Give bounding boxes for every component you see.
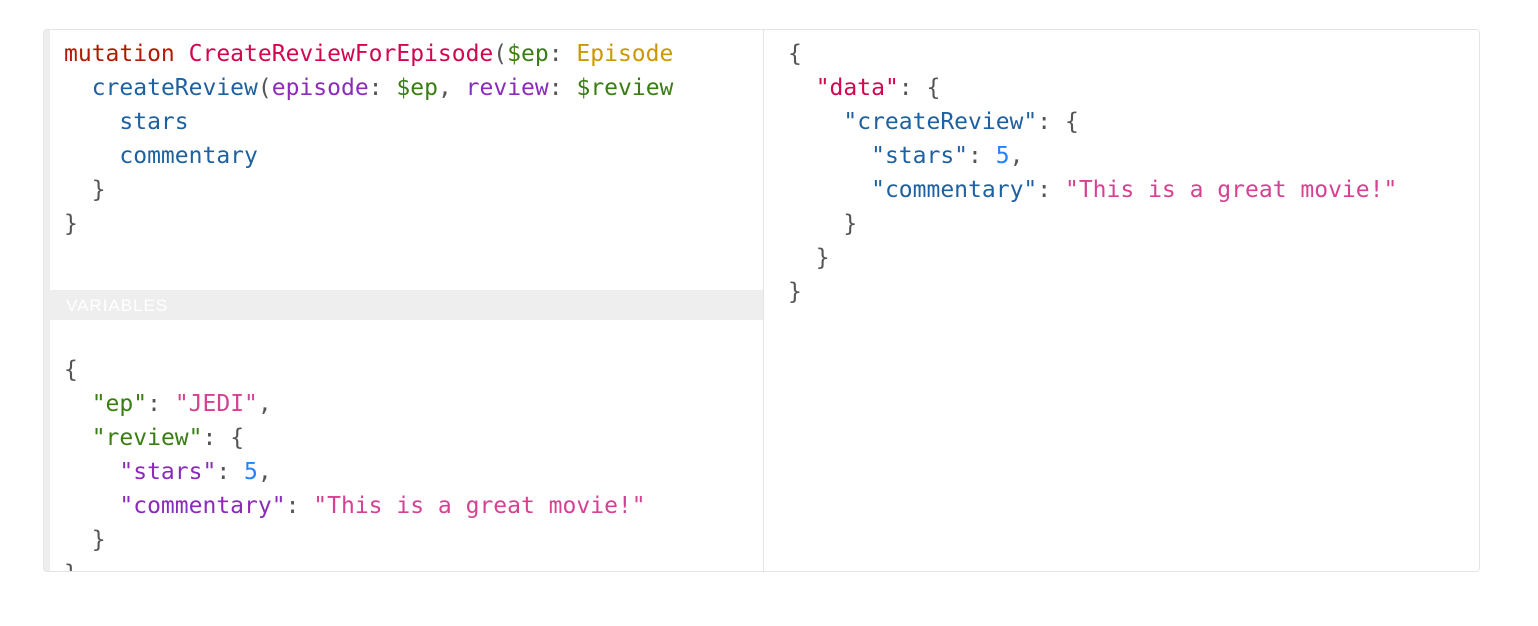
variable-ep: $ep [396, 75, 438, 101]
variable-ep: $ep [507, 41, 549, 67]
open-brace: { [230, 425, 245, 451]
open-paren: ( [493, 41, 508, 67]
value-commentary: "This is a great movie!" [1064, 177, 1398, 203]
operation-name: CreateReviewForEpisode [188, 41, 494, 67]
key-stars: "stars" [119, 459, 217, 485]
value-stars: 5 [995, 143, 1010, 169]
type-episode: Episode [576, 41, 674, 67]
close-brace: } [64, 561, 78, 571]
open-paren: ( [257, 75, 272, 101]
close-brace: } [843, 211, 858, 237]
close-brace: } [815, 245, 830, 271]
value-stars: 5 [244, 459, 258, 485]
variables-code[interactable]: { "ep": "JEDI", "review": { "stars": 5, … [64, 353, 646, 571]
close-brace: } [64, 211, 78, 237]
graphiql-editor: mutation CreateReviewForEpisode($ep: Epi… [43, 29, 1480, 572]
colon: : [1037, 177, 1052, 203]
key-ep: "ep" [91, 391, 148, 417]
field-stars: stars [119, 109, 189, 135]
comma: , [257, 391, 272, 417]
comma: , [257, 459, 272, 485]
arg-review: review [465, 75, 549, 101]
open-brace: { [926, 75, 941, 101]
value-jedi: "JEDI" [174, 391, 258, 417]
colon: : [216, 459, 231, 485]
key-stars: "stars" [871, 143, 969, 169]
result-code: { "data": { "createReview": { "stars": 5… [788, 37, 1397, 309]
key-review: "review" [91, 425, 203, 451]
key-commentary: "commentary" [871, 177, 1038, 203]
query-editor[interactable]: mutation CreateReviewForEpisode($ep: Epi… [50, 30, 763, 290]
arg-episode: episode [271, 75, 369, 101]
field-create-review: createReview [91, 75, 258, 101]
colon: : [147, 391, 161, 417]
variables-header[interactable]: VARIABLES [44, 290, 763, 320]
colon: : [368, 75, 383, 101]
mutation-keyword: mutation [64, 41, 175, 67]
colon: : [898, 75, 913, 101]
variable-review: $review [576, 75, 674, 101]
comma: , [437, 75, 452, 101]
key-create-review: "createReview" [843, 109, 1038, 135]
open-brace: { [1064, 109, 1079, 135]
colon: : [1037, 109, 1052, 135]
colon: : [548, 41, 563, 67]
open-brace: { [64, 357, 78, 383]
variables-editor[interactable]: { "ep": "JEDI", "review": { "stars": 5, … [50, 320, 763, 571]
value-commentary: "This is a great movie!" [313, 493, 646, 519]
colon: : [548, 75, 563, 101]
comma: , [1009, 143, 1024, 169]
close-brace: } [788, 279, 802, 305]
variables-title: VARIABLES [66, 296, 169, 315]
colon: : [285, 493, 300, 519]
field-commentary: commentary [119, 143, 258, 169]
query-code[interactable]: mutation CreateReviewForEpisode($ep: Epi… [64, 37, 673, 241]
result-viewer: { "data": { "createReview": { "stars": 5… [764, 30, 1479, 571]
key-data: "data" [815, 75, 899, 101]
colon: : [968, 143, 982, 169]
open-brace: { [788, 41, 802, 67]
key-commentary: "commentary" [119, 493, 286, 519]
colon: : [202, 425, 217, 451]
close-brace: } [91, 177, 106, 203]
close-brace: } [91, 527, 106, 553]
